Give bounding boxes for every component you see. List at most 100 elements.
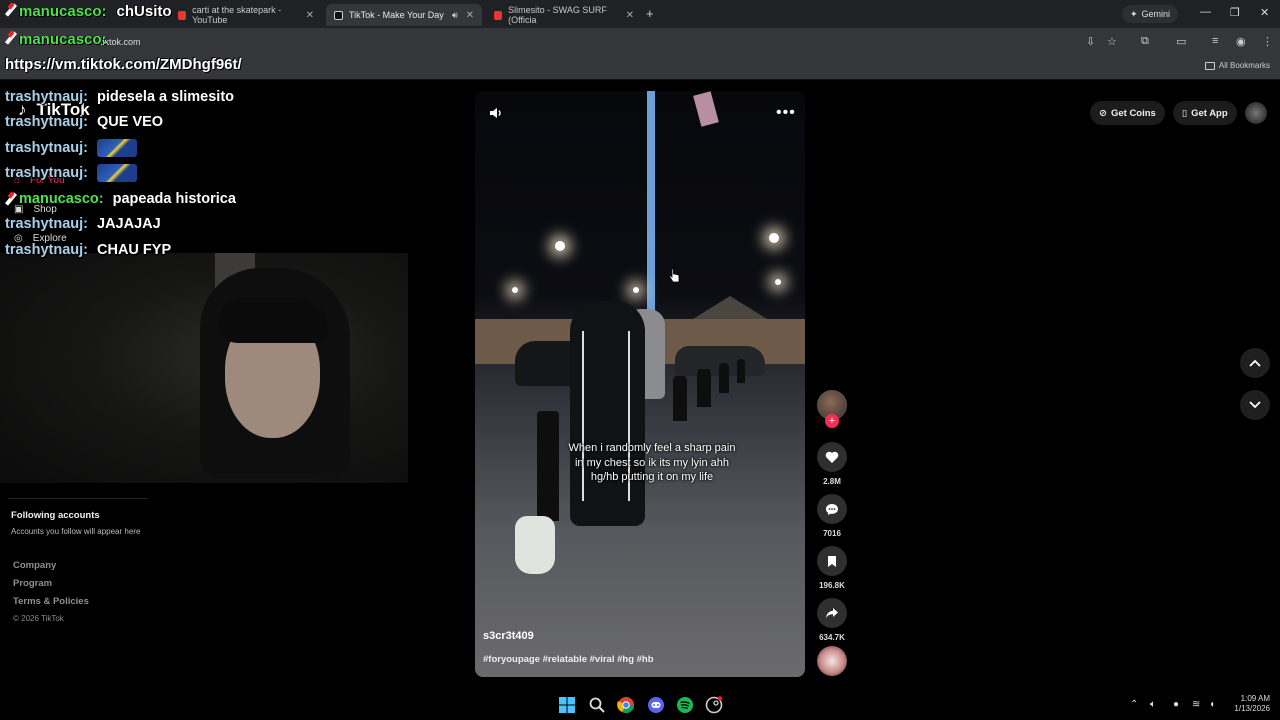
pencil-badge-icon — [5, 32, 17, 44]
save-action[interactable]: 196.8K — [817, 546, 847, 590]
following-subtitle: Accounts you follow will appear here — [11, 527, 141, 536]
microphone-icon[interactable]: ● — [1173, 699, 1179, 710]
stream-title-user: manucasco: — [19, 3, 107, 20]
volume-icon[interactable] — [489, 106, 503, 120]
coin-icon: ⊘ — [1099, 107, 1107, 119]
close-tab-icon[interactable]: ✕ — [466, 10, 474, 21]
video-hashtags[interactable]: #foryoupage #relatable #viral #hg #hb — [483, 654, 654, 665]
browser-tab-bar: carti at the skatepark - YouTube ✕ TikTo… — [0, 0, 1280, 28]
media-controls-icon[interactable]: ≡ — [1212, 35, 1218, 47]
chat-line: trashytnauj: — [5, 161, 236, 187]
video-bollard — [719, 363, 729, 393]
webcam-person-fringe — [218, 298, 328, 343]
comment-count: 7016 — [823, 529, 841, 538]
footer-terms-link[interactable]: Terms & Policies — [13, 596, 89, 614]
speaker-tray-icon[interactable]: 🔈︎ — [1150, 699, 1156, 710]
sidebar-divider — [8, 498, 148, 499]
comment-action[interactable]: 7016 — [817, 494, 847, 538]
share-circle[interactable] — [817, 598, 847, 628]
chrome-icon[interactable] — [617, 696, 635, 714]
tab-tiktok[interactable]: TikTok - Make Your Day 🔊︎ ✕ — [326, 4, 482, 26]
like-count: 2.8M — [823, 477, 841, 486]
footer-company-link[interactable]: Company — [13, 560, 89, 578]
new-tab-button[interactable]: + — [646, 6, 654, 21]
video-bollard — [673, 376, 687, 421]
chat-message: JAJAJAJ — [97, 216, 161, 233]
follow-plus-button[interactable]: + — [825, 414, 839, 428]
close-tab-icon[interactable]: ✕ — [306, 10, 314, 21]
install-app-icon[interactable]: ⇩ — [1086, 35, 1095, 48]
tab-audio-icon[interactable]: 🔊︎ — [452, 10, 458, 21]
webcam-overlay — [0, 253, 408, 483]
chat-message: QUE VEO — [97, 114, 164, 131]
system-clock[interactable]: 1:09 AM 1/13/2026 — [1226, 694, 1270, 714]
video-streetlight — [512, 287, 518, 293]
save-circle[interactable] — [817, 546, 847, 576]
chat-message: papeada historica — [112, 190, 236, 207]
chat-message: pidesela a slimesito — [97, 88, 235, 105]
chat-username: trashytnauj: — [5, 114, 88, 131]
folder-icon — [1204, 61, 1215, 70]
chat-username: trashytnauj: — [5, 165, 88, 182]
tiktok-favicon-icon — [334, 10, 343, 20]
windows-start-icon[interactable] — [558, 696, 576, 714]
footer-program-link[interactable]: Program — [13, 578, 89, 596]
extensions-icon[interactable]: ⧉ — [1141, 35, 1149, 48]
minimize-button[interactable]: — — [1200, 6, 1211, 18]
close-tab-icon[interactable]: ✕ — [626, 10, 634, 21]
gemini-button[interactable]: ✦ Gemini — [1122, 5, 1179, 23]
bookmark-star-icon[interactable]: ☆ — [1107, 35, 1117, 48]
video-bollard — [737, 359, 745, 383]
tray-overflow-icon[interactable]: ⌃ — [1130, 699, 1138, 710]
video-streetlight — [555, 241, 565, 251]
comment-circle[interactable] — [817, 494, 847, 524]
previous-video-button[interactable] — [1240, 348, 1270, 378]
windows-taskbar — [0, 690, 1280, 720]
wifi-icon[interactable]: ≋ — [1192, 699, 1200, 710]
clock-time: 1:09 AM — [1240, 694, 1270, 703]
chat-username: trashytnauj: — [5, 241, 88, 258]
chat-username: trashytnauj: — [5, 216, 88, 233]
close-window-button[interactable]: ✕ — [1260, 6, 1269, 19]
like-action[interactable]: 2.8M — [817, 442, 847, 486]
get-app-button[interactable]: ▯ Get App — [1172, 101, 1237, 125]
more-options-icon[interactable]: ••• — [776, 104, 796, 122]
restore-button[interactable]: ❐ — [1230, 6, 1240, 19]
video-streetlight — [633, 287, 639, 293]
next-video-button[interactable] — [1240, 390, 1270, 420]
phone-icon: ▯ — [1181, 107, 1188, 119]
like-circle[interactable] — [817, 442, 847, 472]
chat-line: trashytnauj: CHAU FYP — [5, 237, 236, 263]
get-coins-button[interactable]: ⊘ Get Coins — [1090, 101, 1165, 125]
spotify-icon[interactable] — [676, 696, 694, 714]
user-avatar[interactable] — [1244, 102, 1267, 124]
share-action[interactable]: 634.7K — [817, 598, 847, 642]
volume-tray-icon[interactable]: ◖ — [1209, 699, 1215, 710]
stream-title-overlay: manucasco: chUsito — [5, 3, 172, 20]
menu-icon[interactable]: ⋮ — [1262, 35, 1273, 48]
video-streetlight — [769, 233, 779, 243]
bookmark-icon — [828, 555, 836, 567]
video-plastic-bag — [515, 516, 555, 574]
tab-youtube[interactable]: carti at the skatepark - YouTube ✕ — [170, 4, 322, 26]
discord-icon[interactable] — [647, 696, 665, 714]
chat-line: trashytnauj: QUE VEO — [5, 110, 236, 136]
steam-icon[interactable] — [705, 696, 723, 714]
profile-icon[interactable]: ◉ — [1236, 35, 1246, 48]
side-panel-icon[interactable]: ▭ — [1176, 35, 1186, 48]
video-player[interactable]: When i randomly feel a sharp pain in my … — [475, 91, 805, 677]
all-bookmarks-button[interactable]: All Bookmarks — [1204, 61, 1270, 70]
omnibox[interactable]: tiktok.com — [80, 33, 1070, 51]
chevron-down-icon — [1249, 401, 1261, 409]
tab-slimesito-title: Slimesito - SWAG SURF (Officia — [508, 5, 607, 25]
tab-youtube-title: carti at the skatepark - YouTube — [192, 5, 282, 25]
video-caption-overlay: When i randomly feel a sharp pain in my … — [568, 442, 736, 483]
video-flagpole — [647, 91, 655, 321]
music-disc-icon[interactable] — [817, 646, 847, 676]
search-icon[interactable] — [588, 696, 606, 714]
chat-username: manucasco: — [19, 190, 104, 207]
chat-line: trashytnauj: — [5, 135, 236, 161]
tab-tiktok-title: TikTok - Make Your Day — [349, 10, 444, 20]
tab-slimesito[interactable]: Slimesito - SWAG SURF (Officia ✕ — [486, 4, 642, 26]
video-author[interactable]: s3cr3t409 — [483, 630, 534, 642]
